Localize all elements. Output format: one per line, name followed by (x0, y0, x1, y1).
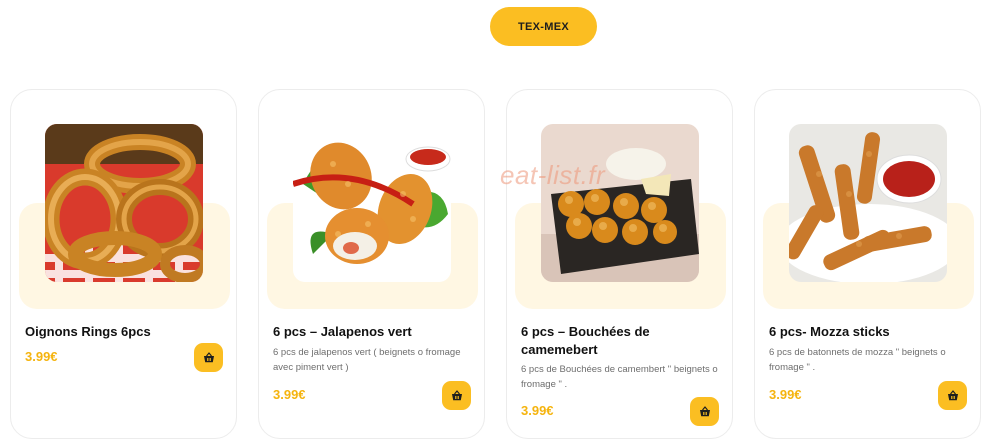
product-description: 6 pcs de jalapenos vert ( beignets o fro… (273, 347, 461, 373)
onion-rings-photo (45, 124, 203, 282)
product-description: 6 pcs de Bouchées de camembert " beignet… (521, 364, 718, 390)
product-price: 3.99€ (25, 349, 58, 364)
product-title: Oignons Rings 6pcs (25, 324, 151, 339)
product-card: 6 pcs- Mozza sticks 6 pcs de batonnets d… (754, 89, 981, 439)
product-card: 6 pcs – Bouchées de camemebert 6 pcs de … (506, 89, 733, 439)
product-card: Oignons Rings 6pcs 3.99€ (10, 89, 237, 439)
add-to-cart-button[interactable] (194, 343, 223, 372)
basket-icon (203, 351, 215, 364)
product-price: 3.99€ (521, 403, 554, 418)
basket-icon (699, 405, 711, 418)
camembert-bites-photo (541, 124, 699, 282)
product-card: 6 pcs – Jalapenos vert 6 pcs de jalapeno… (258, 89, 485, 439)
basket-icon (451, 389, 463, 402)
add-to-cart-button[interactable] (690, 397, 719, 426)
product-title: 6 pcs- Mozza sticks (769, 324, 890, 339)
mozza-sticks-photo (789, 124, 947, 282)
add-to-cart-button[interactable] (938, 381, 967, 410)
product-title: 6 pcs – Bouchées de camemebert (521, 324, 650, 357)
add-to-cart-button[interactable] (442, 381, 471, 410)
product-title: 6 pcs – Jalapenos vert (273, 324, 412, 339)
product-description: 6 pcs de batonnets de mozza " beignets o… (769, 347, 946, 373)
basket-icon (947, 389, 959, 402)
product-price: 3.99€ (769, 387, 802, 402)
jalapenos-photo (293, 124, 451, 282)
category-tab-tex-mex[interactable]: TEX-MEX (490, 7, 597, 46)
product-price: 3.99€ (273, 387, 306, 402)
